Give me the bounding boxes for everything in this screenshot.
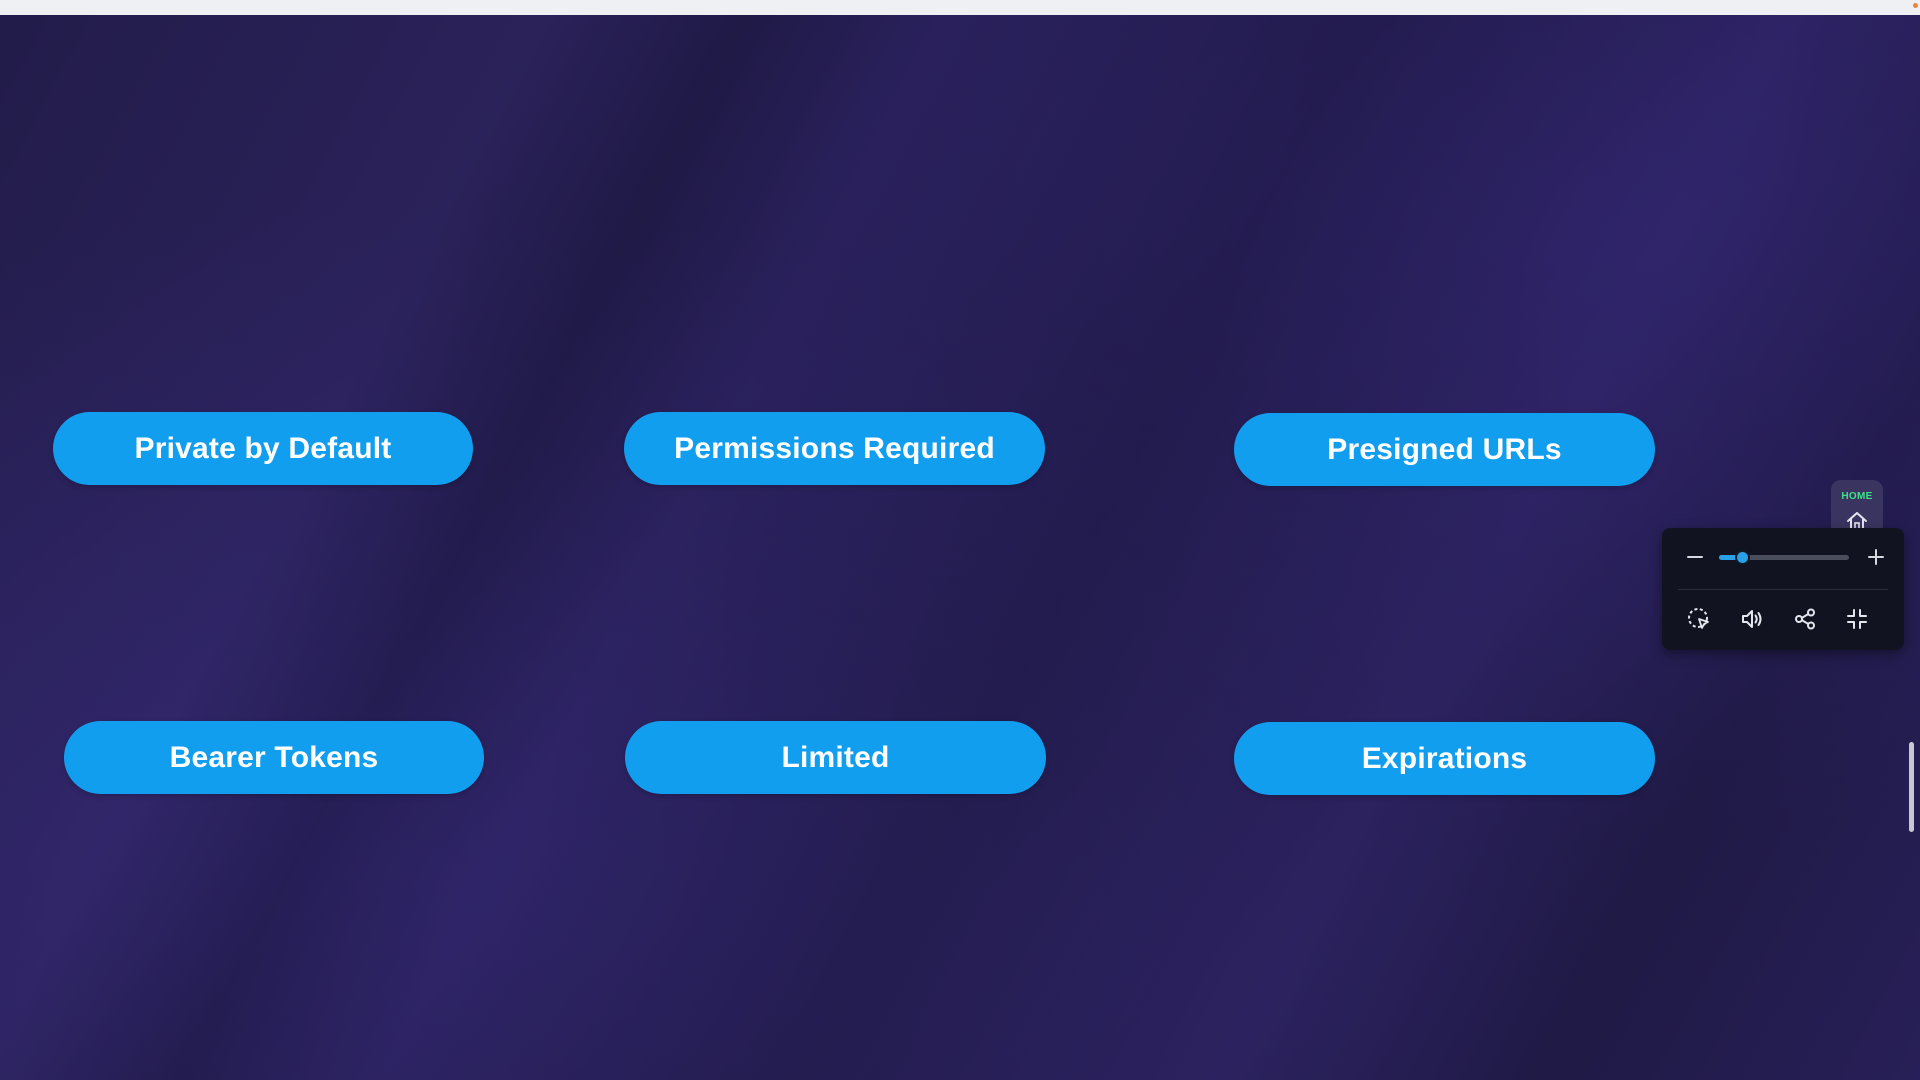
card-expirations[interactable]: Expirations <box>1234 722 1655 795</box>
select-tool-button[interactable] <box>1685 605 1713 633</box>
panel-divider <box>1678 589 1888 590</box>
zoom-slider[interactable] <box>1719 550 1849 565</box>
presentation-control-panel <box>1662 528 1904 650</box>
card-permissions-required[interactable]: Permissions Required <box>624 412 1045 485</box>
zoom-slider-handle[interactable] <box>1734 550 1750 565</box>
presentation-canvas <box>0 15 1920 1080</box>
browser-top-bar <box>0 0 1920 15</box>
card-presigned-urls[interactable]: Presigned URLs <box>1234 413 1655 486</box>
audio-button[interactable] <box>1738 605 1766 633</box>
select-pointer-icon <box>1688 608 1709 629</box>
exit-fullscreen-button[interactable] <box>1843 605 1871 633</box>
card-private-by-default[interactable]: Private by Default <box>53 412 473 485</box>
exit-fullscreen-icon <box>1847 609 1867 629</box>
zoom-out-icon[interactable] <box>1684 546 1706 568</box>
home-label: HOME <box>1841 491 1873 502</box>
status-dot <box>1913 3 1918 8</box>
share-icon <box>1795 608 1815 630</box>
speaker-icon <box>1742 610 1762 628</box>
card-limited[interactable]: Limited <box>625 721 1046 794</box>
zoom-in-icon[interactable] <box>1865 546 1887 568</box>
scrollbar-thumb[interactable] <box>1909 742 1914 832</box>
share-button[interactable] <box>1791 605 1819 633</box>
card-bearer-tokens[interactable]: Bearer Tokens <box>64 721 484 794</box>
